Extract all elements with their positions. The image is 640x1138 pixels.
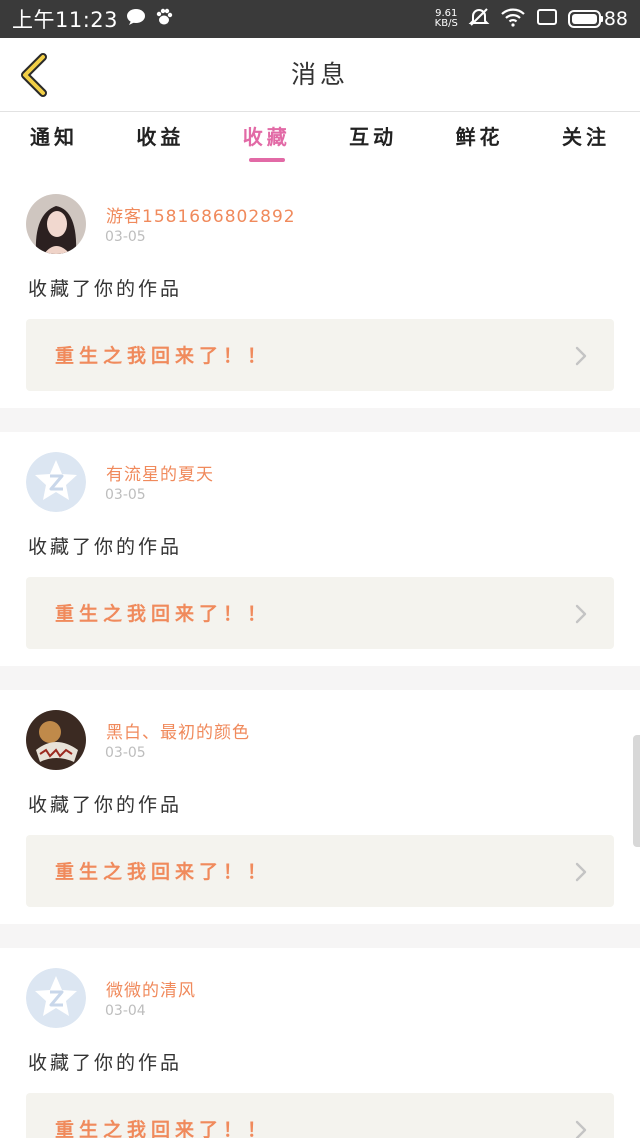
status-time: 上午11:23 [12,8,119,32]
chevron-right-icon [575,346,587,366]
scrollbar-thumb[interactable] [633,735,640,847]
work-link[interactable]: 重生之我回来了！！ [26,835,614,907]
work-title: 重生之我回来了！！ [55,861,272,883]
item-date: 03-05 [105,745,146,761]
paw-icon [154,7,174,31]
user-name[interactable]: 微微的清风 [106,976,196,1001]
work-link[interactable]: 重生之我回来了！！ [26,577,614,649]
item-date: 03-05 [105,487,146,503]
item-date: 03-05 [105,229,146,245]
battery-level: 88 [603,8,628,30]
tab-notifications[interactable]: 通知 [24,112,84,174]
page-title: 消息 [290,60,349,89]
tab-earnings[interactable]: 收益 [130,112,190,174]
status-bar: 上午11:23 9.61 KB/S 88 [0,0,640,38]
muted-bell-icon [468,6,490,32]
work-link[interactable]: 重生之我回来了！！ [26,319,614,391]
net-speed: 9.61 KB/S [434,8,458,29]
favorites-list: 游客1581686802892 03-05 收藏了你的作品 重生之我回来了！！ … [0,174,640,1138]
item-date: 03-04 [105,1003,146,1019]
screen-icon [536,8,558,30]
tab-follows[interactable]: 关注 [556,112,616,174]
chevron-right-icon [575,604,587,624]
tab-interactions[interactable]: 互动 [343,112,403,174]
default-avatar-icon [26,452,86,512]
header: 消息 [0,38,640,112]
user-photo-icon [26,710,86,770]
work-title: 重生之我回来了！！ [55,345,272,367]
battery-icon: 88 [567,8,628,30]
tab-flowers[interactable]: 鲜花 [450,112,510,174]
user-name[interactable]: 黑白、最初的颜色 [106,718,250,743]
list-item: 游客1581686802892 03-05 收藏了你的作品 重生之我回来了！！ [0,174,640,408]
chevron-right-icon [575,1120,587,1138]
user-photo-icon [26,194,86,254]
user-name[interactable]: 有流星的夏天 [106,460,214,485]
action-text: 收藏了你的作品 [28,794,183,816]
list-item: 黑白、最初的颜色 03-05 收藏了你的作品 重生之我回来了！！ [0,690,640,924]
default-avatar-icon [26,968,86,1028]
work-title: 重生之我回来了！！ [55,1119,272,1138]
list-item: 有流星的夏天 03-05 收藏了你的作品 重生之我回来了！！ [0,432,640,666]
user-name[interactable]: 游客1581686802892 [106,202,296,227]
tab-bar: 通知 收益 收藏 互动 鲜花 关注 [0,112,640,174]
active-tab-indicator [248,158,285,162]
chevron-right-icon [575,862,587,882]
action-text: 收藏了你的作品 [28,278,183,300]
list-item: 微微的清风 03-04 收藏了你的作品 重生之我回来了！！ [0,948,640,1138]
action-text: 收藏了你的作品 [28,536,183,558]
action-text: 收藏了你的作品 [28,1052,183,1074]
work-link[interactable]: 重生之我回来了！！ [26,1093,614,1138]
divider [0,924,640,948]
avatar[interactable] [26,968,86,1028]
avatar[interactable] [26,710,86,770]
avatar[interactable] [26,194,86,254]
divider [0,666,640,690]
divider [0,408,640,432]
chat-icon [126,8,146,30]
work-title: 重生之我回来了！！ [55,603,272,625]
avatar[interactable] [26,452,86,512]
wifi-icon [500,7,526,31]
tab-favorites[interactable]: 收藏 [237,112,297,174]
